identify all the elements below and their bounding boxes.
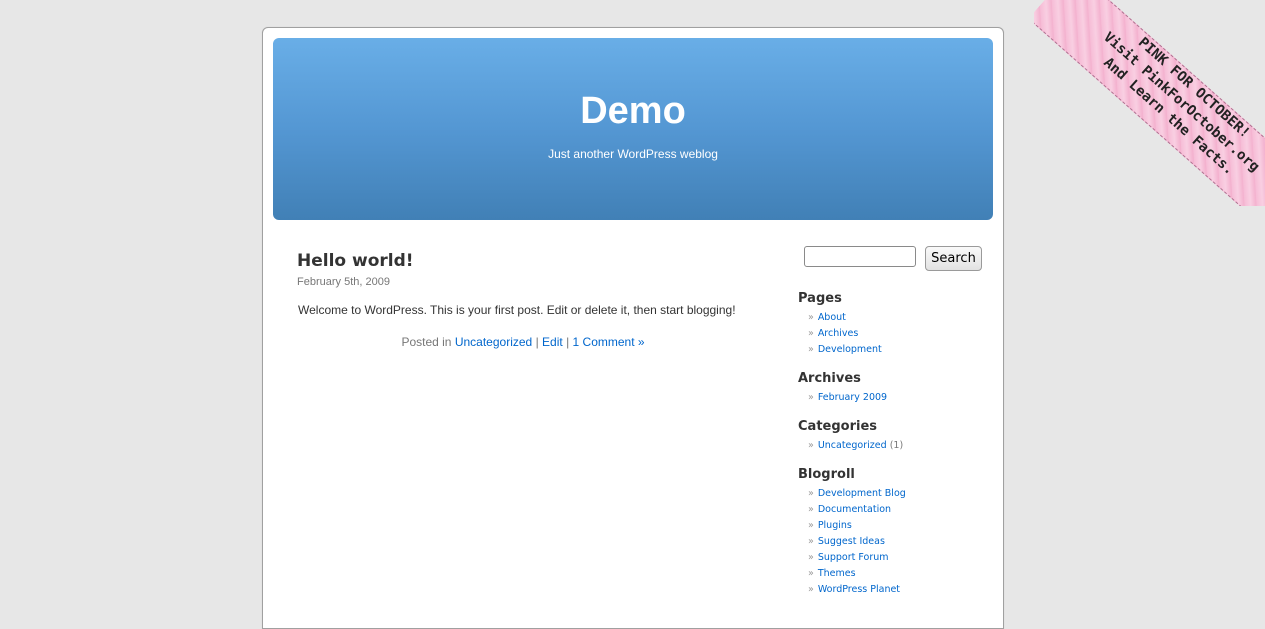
- ribbon-line-3: And Learn the Facts.: [1100, 54, 1238, 179]
- list-item: » Archives: [808, 326, 882, 342]
- list-item: » Themes: [808, 566, 906, 582]
- category-link[interactable]: Uncategorized: [455, 335, 532, 349]
- meta-separator: |: [535, 335, 539, 349]
- bullet: »: [808, 328, 814, 339]
- blogroll-link-suggest-ideas[interactable]: Suggest Ideas: [818, 536, 885, 547]
- category-count: (1): [889, 440, 904, 451]
- list-item: » Documentation: [808, 502, 906, 518]
- categories-list: » Uncategorized (1): [808, 438, 903, 454]
- ribbon-band[interactable]: PINK FOR OCTOBER! Visit PinkForOctober.o…: [1034, 0, 1265, 206]
- list-item: » Support Forum: [808, 550, 906, 566]
- bullet: »: [808, 344, 814, 355]
- blogroll-heading: Blogroll: [798, 467, 855, 482]
- blogroll-link-plugins[interactable]: Plugins: [818, 520, 852, 531]
- archives-list: » February 2009: [808, 390, 887, 406]
- bullet: »: [808, 440, 814, 451]
- blog-title-link[interactable]: Demo: [273, 90, 993, 133]
- list-item: » Development Blog: [808, 486, 906, 502]
- pages-list: » About » Archives » Development: [808, 310, 882, 358]
- blog-header: Demo Just another WordPress weblog: [273, 38, 993, 220]
- page-link-development[interactable]: Development: [818, 344, 882, 355]
- post-title-link[interactable]: Hello world!: [297, 251, 414, 271]
- list-item: » WordPress Planet: [808, 582, 906, 598]
- blogroll-link-themes[interactable]: Themes: [818, 568, 856, 579]
- pages-heading: Pages: [798, 291, 842, 306]
- bullet: »: [808, 392, 814, 403]
- categories-heading: Categories: [798, 419, 878, 434]
- archives-heading: Archives: [798, 371, 861, 386]
- post-entry: Welcome to WordPress. This is your first…: [298, 303, 736, 317]
- page-link-archives[interactable]: Archives: [818, 328, 859, 339]
- list-item: » Uncategorized (1): [808, 438, 903, 454]
- bullet: »: [808, 536, 814, 547]
- edit-link[interactable]: Edit: [542, 335, 563, 349]
- comments-link[interactable]: 1 Comment »: [573, 335, 645, 349]
- posted-in-label: Posted in: [401, 335, 452, 349]
- post-meta: Posted in Uncategorized | Edit | 1 Comme…: [297, 335, 749, 349]
- bullet: »: [808, 312, 814, 323]
- page-link-about[interactable]: About: [818, 312, 846, 323]
- bullet: »: [808, 488, 814, 499]
- post-date: February 5th, 2009: [297, 276, 390, 288]
- bullet: »: [808, 552, 814, 563]
- bullet: »: [808, 584, 814, 595]
- blogroll-link-development-blog[interactable]: Development Blog: [818, 488, 906, 499]
- pink-for-october-ribbon[interactable]: PINK FOR OCTOBER! Visit PinkForOctober.o…: [1034, 0, 1265, 206]
- bullet: »: [808, 504, 814, 515]
- list-item: » Development: [808, 342, 882, 358]
- archive-link-february-2009[interactable]: February 2009: [818, 392, 887, 403]
- list-item: » February 2009: [808, 390, 887, 406]
- search-button[interactable]: Search: [925, 246, 982, 271]
- category-link-uncategorized[interactable]: Uncategorized: [818, 440, 887, 451]
- list-item: » Suggest Ideas: [808, 534, 906, 550]
- page-container: Demo Just another WordPress weblog Hello…: [262, 27, 1004, 629]
- blog-description: Just another WordPress weblog: [548, 147, 718, 161]
- bullet: »: [808, 520, 814, 531]
- search-input[interactable]: [804, 246, 916, 267]
- list-item: » Plugins: [808, 518, 906, 534]
- blogroll-link-documentation[interactable]: Documentation: [818, 504, 891, 515]
- blogroll-list: » Development Blog » Documentation » Plugin…: [808, 486, 906, 598]
- blogroll-link-wordpress-planet[interactable]: WordPress Planet: [818, 584, 900, 595]
- bullet: »: [808, 568, 814, 579]
- meta-separator: |: [566, 335, 570, 349]
- blogroll-link-support-forum[interactable]: Support Forum: [818, 552, 889, 563]
- list-item: » About: [808, 310, 882, 326]
